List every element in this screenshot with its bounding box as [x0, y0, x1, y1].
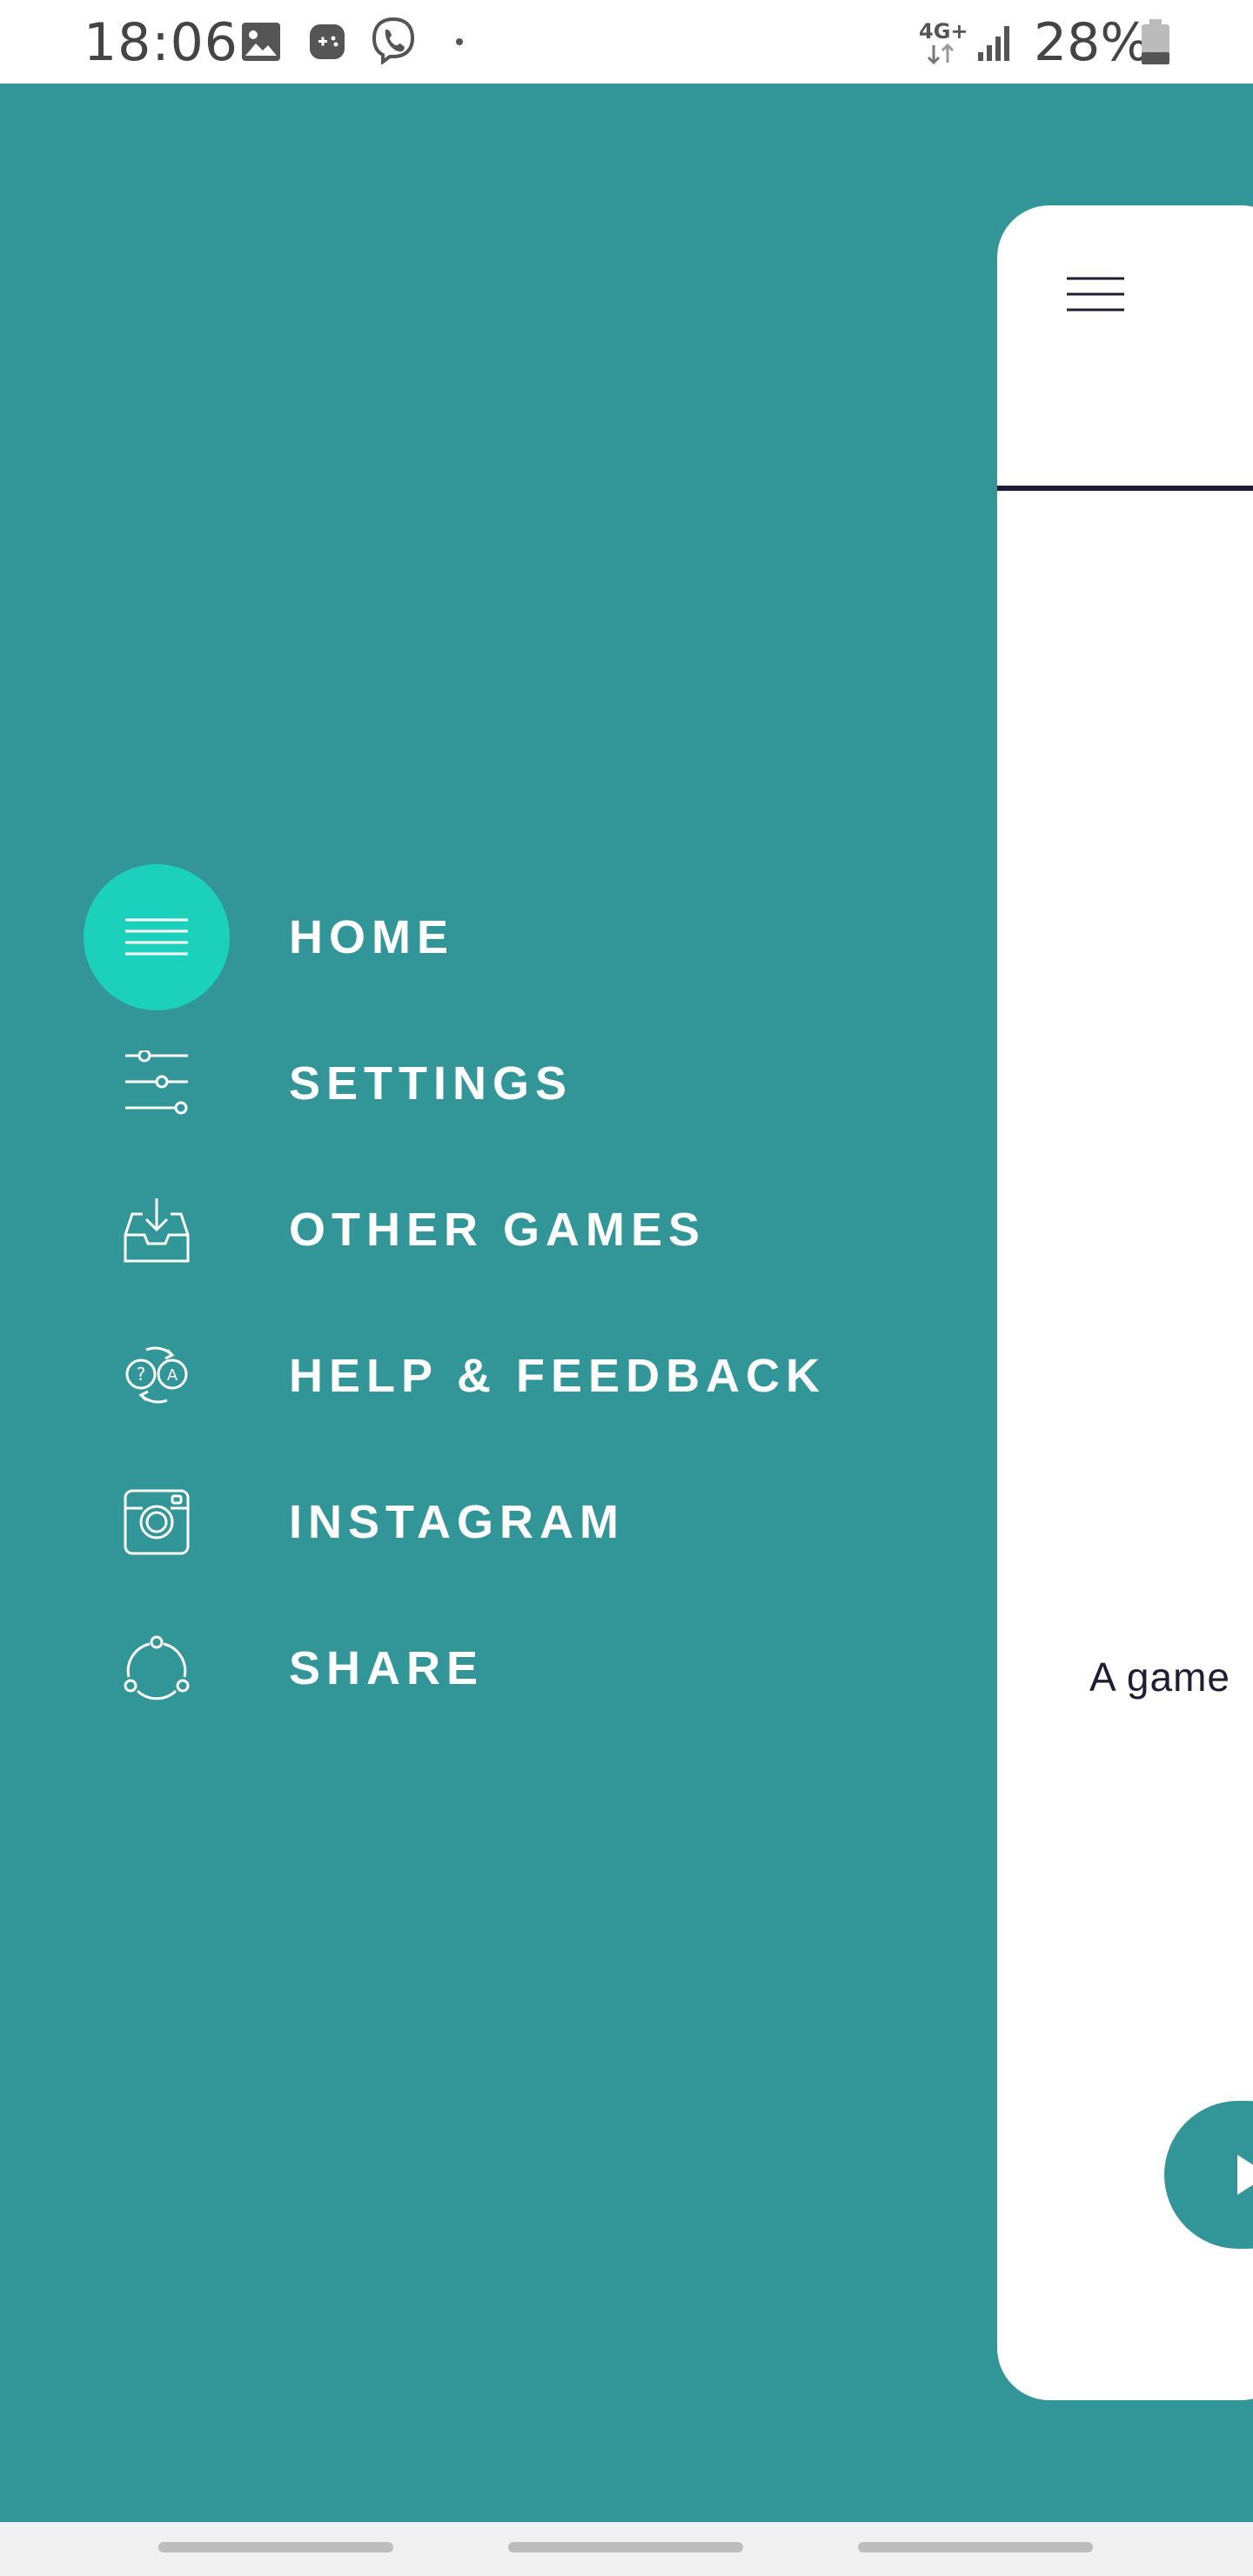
signal-icon — [978, 26, 1009, 61]
nav-recent-button[interactable] — [158, 2542, 393, 2553]
network-arrows-icon — [927, 44, 955, 64]
play-button[interactable] — [1164, 2101, 1253, 2249]
drawer-item-help-icon-bg: ? A — [84, 1303, 230, 1449]
status-time: 18:06 — [84, 12, 238, 73]
drawer-item-label: INSTAGRAM — [289, 1496, 625, 1548]
drawer-item-home[interactable]: HOME — [84, 864, 954, 1010]
drawer-item-instagram-icon-bg — [84, 1449, 230, 1595]
main-content-card[interactable]: A game — [997, 205, 1253, 2400]
drawer-item-share-icon-bg — [84, 1595, 230, 1741]
svg-text:?: ? — [137, 1364, 146, 1385]
hamburger-menu-icon[interactable] — [1067, 275, 1124, 313]
game-icon — [310, 24, 345, 59]
drawer-item-label: HELP & FEEDBACK — [289, 1350, 827, 1402]
drawer-item-home-icon-bg — [84, 864, 230, 1010]
drawer-item-settings-icon-bg — [84, 1010, 230, 1157]
drawer-item-other-games-icon-bg — [84, 1157, 230, 1303]
viber-icon — [372, 17, 415, 64]
inbox-download-icon — [124, 1198, 190, 1263]
play-icon — [1237, 2155, 1253, 2195]
gallery-icon — [242, 23, 280, 61]
system-navigation-bar — [0, 2522, 1253, 2576]
nav-home-button[interactable] — [508, 2542, 743, 2553]
navigation-drawer: HOME SETTINGS OTHER GAMES ? A HELP & FEE… — [0, 84, 992, 2522]
nav-back-button[interactable] — [858, 2542, 1093, 2553]
dot-icon — [456, 38, 463, 45]
drawer-item-other-games[interactable]: OTHER GAMES — [84, 1157, 954, 1303]
drawer-item-label: SHARE — [289, 1642, 485, 1694]
battery-percent: 28% — [1034, 12, 1150, 73]
network-type-icon: 4G+ — [919, 19, 968, 44]
help-translate-icon: ? A — [125, 1346, 188, 1404]
instagram-icon — [124, 1489, 190, 1555]
status-bar: 18:06 4G+ 28% — [0, 0, 1253, 84]
menu-lines-icon — [125, 918, 188, 956]
drawer-item-label: OTHER GAMES — [289, 1204, 707, 1256]
svg-text:A: A — [167, 1366, 178, 1385]
sliders-icon — [125, 1050, 188, 1115]
share-icon — [124, 1635, 190, 1701]
battery-icon — [1142, 19, 1169, 64]
drawer-item-settings[interactable]: SETTINGS — [84, 1010, 954, 1157]
card-divider — [997, 486, 1253, 491]
drawer-item-instagram[interactable]: INSTAGRAM — [84, 1449, 954, 1595]
drawer-item-help-feedback[interactable]: ? A HELP & FEEDBACK — [84, 1303, 954, 1449]
drawer-item-label: HOME — [289, 911, 454, 963]
drawer-item-label: SETTINGS — [289, 1057, 573, 1110]
drawer-item-share[interactable]: SHARE — [84, 1595, 954, 1741]
card-subtitle: A game — [1089, 1654, 1230, 1700]
